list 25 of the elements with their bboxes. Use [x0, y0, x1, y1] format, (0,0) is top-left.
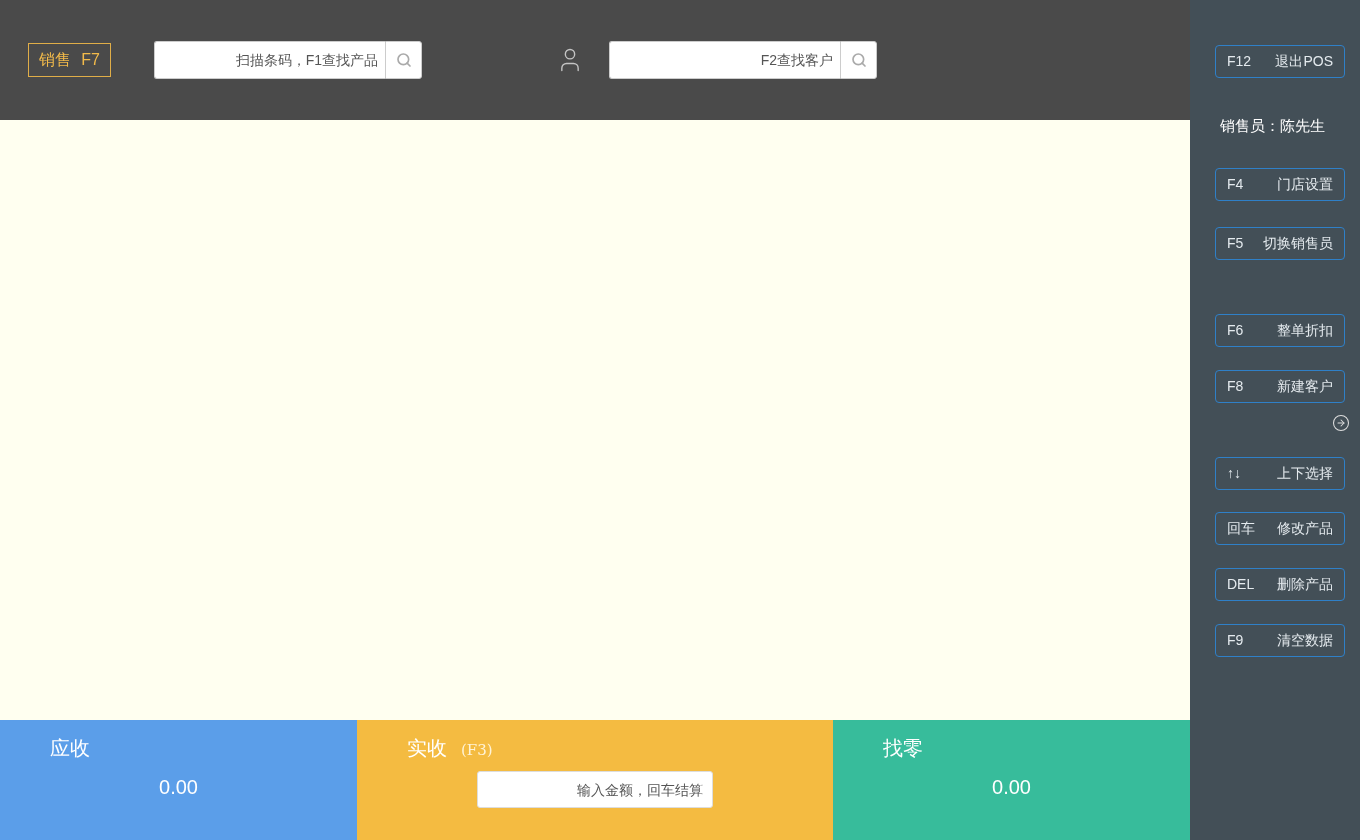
- amount-value: 0.00: [992, 775, 1031, 800]
- search-button[interactable]: [385, 41, 422, 79]
- amount-input[interactable]: 输入金额，回车结算: [477, 771, 713, 808]
- salesperson-label: 销售员：陈先生: [1220, 116, 1325, 136]
- search-icon: [395, 52, 412, 68]
- shortcut-button[interactable]: ↑↓ 上下选择: [1215, 457, 1345, 490]
- shortcut-button[interactable]: F4 门店设置: [1215, 168, 1345, 201]
- amount-value: 0.00: [159, 775, 198, 800]
- search-icon: [850, 52, 867, 68]
- shortcut-button[interactable]: F8 新建客户: [1215, 370, 1345, 403]
- shortcut-button[interactable]: DEL 删除产品: [1215, 568, 1345, 601]
- search-field[interactable]: 扫描条码，F1查找产品: [154, 41, 385, 79]
- search-button[interactable]: [840, 41, 877, 79]
- search-field[interactable]: F2查找客户: [609, 41, 840, 79]
- sales-mode-button[interactable]: 销售 F7: [28, 43, 111, 77]
- shortcut-button[interactable]: 回车 修改产品: [1215, 512, 1345, 545]
- shortcut-button[interactable]: F5 切换销售员: [1215, 227, 1345, 260]
- arrow-right-circle-icon[interactable]: [1332, 414, 1350, 432]
- panel-label: 找零: [883, 735, 923, 762]
- shortcut-button[interactable]: F9 清空数据: [1215, 624, 1345, 657]
- shortcut-button[interactable]: F6 整单折扣: [1215, 314, 1345, 347]
- shortcut-button[interactable]: F12 退出POS: [1215, 45, 1345, 78]
- shortcut-label: (F3): [461, 740, 493, 761]
- panel-label: 应收: [50, 735, 90, 762]
- panel-label: 实收: [407, 735, 447, 762]
